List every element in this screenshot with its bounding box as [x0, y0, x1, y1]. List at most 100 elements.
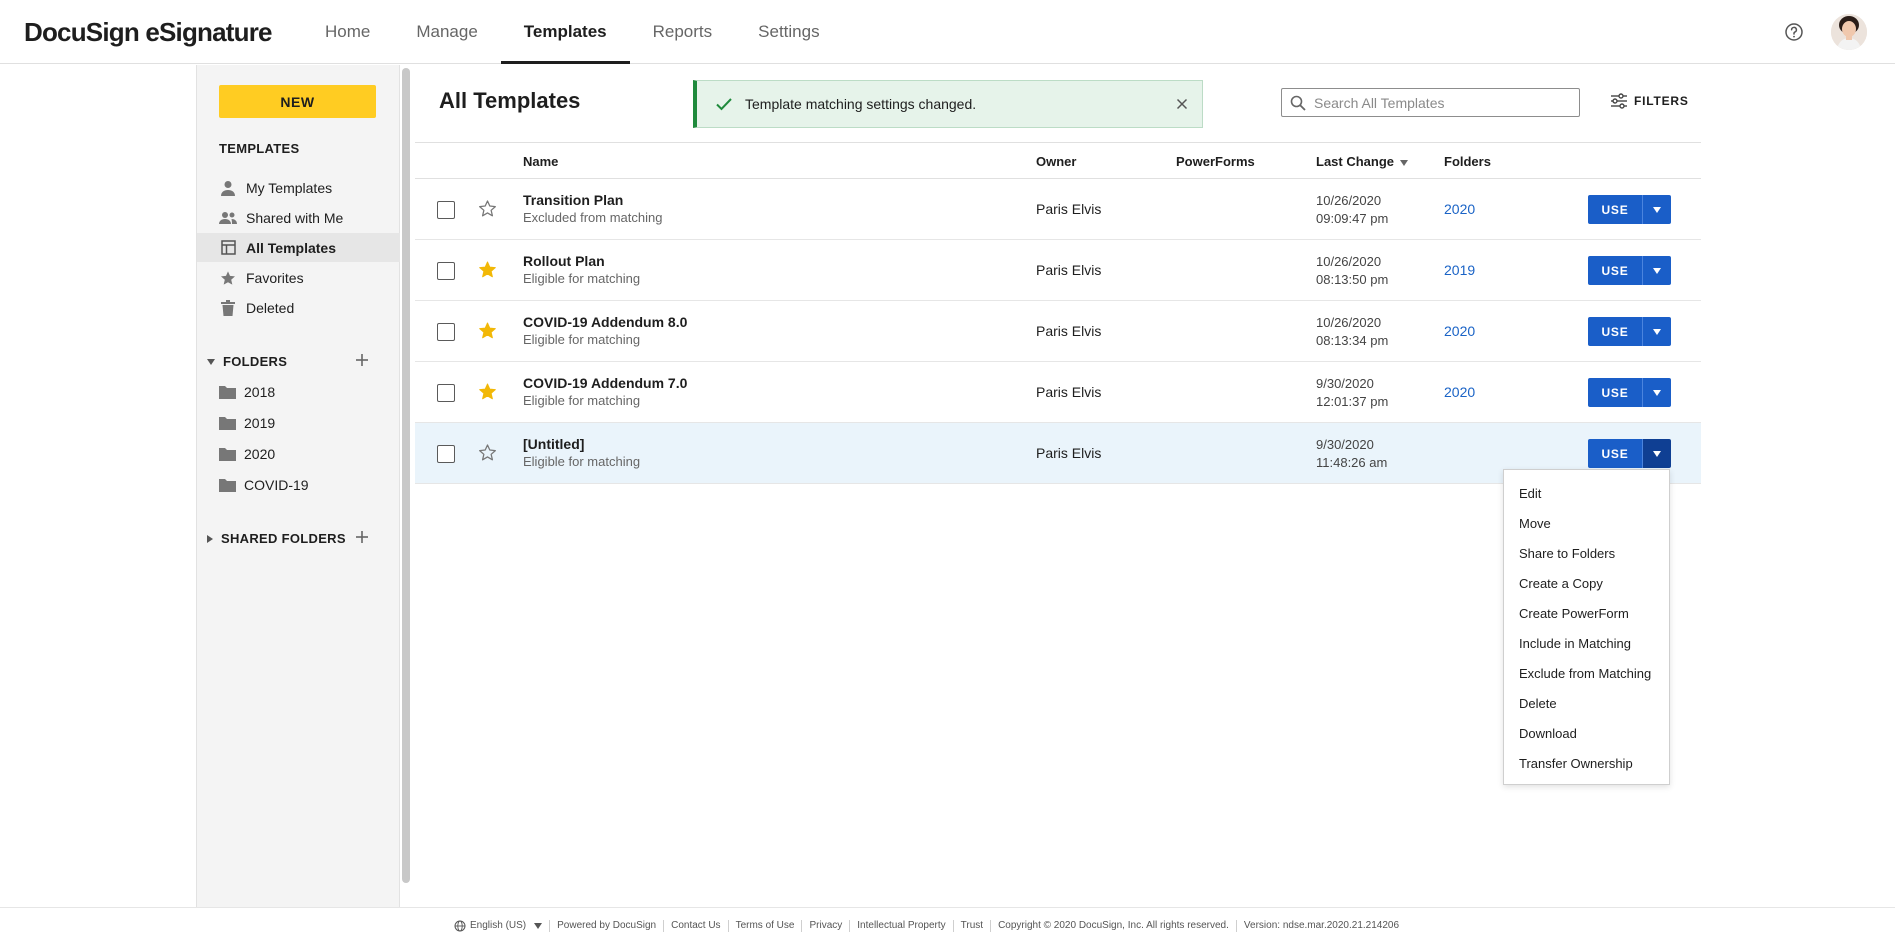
menu-item-download[interactable]: Download	[1504, 718, 1669, 748]
row-checkbox[interactable]	[437, 384, 455, 402]
menu-item-delete[interactable]: Delete	[1504, 688, 1669, 718]
add-folder-plus-icon[interactable]	[354, 352, 370, 368]
favorite-star-outline-icon[interactable]	[478, 443, 497, 462]
use-dropdown-toggle[interactable]	[1642, 195, 1671, 224]
folders-toggle[interactable]: FOLDERS	[207, 354, 287, 369]
row-checkbox[interactable]	[437, 445, 455, 463]
row-checkbox[interactable]	[437, 201, 455, 219]
use-dropdown-toggle[interactable]	[1642, 317, 1671, 346]
use-dropdown-toggle[interactable]	[1642, 256, 1671, 285]
template-folder-link[interactable]: 2020	[1444, 323, 1475, 339]
folder-icon	[219, 417, 236, 430]
sort-descending-icon[interactable]	[1400, 159, 1409, 166]
folder-2018[interactable]: 2018	[219, 380, 275, 404]
nav-tab-templates[interactable]: Templates	[500, 0, 630, 64]
footer-terms-of-use[interactable]: Terms of Use	[729, 920, 803, 932]
favorite-star-filled-icon[interactable]	[478, 260, 497, 279]
nav-tab-manage[interactable]: Manage	[393, 0, 500, 64]
sliders-icon	[1611, 93, 1627, 109]
column-owner[interactable]: Owner	[1036, 154, 1076, 169]
filters-button[interactable]: FILTERS	[1610, 93, 1689, 109]
table-row[interactable]: Transition Plan Excluded from matching P…	[415, 179, 1701, 240]
menu-item-transfer-ownership[interactable]: Transfer Ownership	[1504, 748, 1669, 778]
use-button[interactable]: USE	[1588, 439, 1642, 468]
column-powerforms[interactable]: PowerForms	[1176, 154, 1255, 169]
folder-covid-19[interactable]: COVID-19	[219, 473, 309, 497]
close-icon[interactable]	[1174, 96, 1190, 112]
last-change-time: 12:01:37 pm	[1316, 394, 1389, 409]
sidebar-item-favorites[interactable]: Favorites	[197, 263, 400, 292]
footer-contact-us[interactable]: Contact Us	[664, 920, 729, 932]
footer-version: Version: ndse.mar.2020.21.214206	[1243, 920, 1400, 931]
sidebar-scrollbar[interactable]	[402, 68, 410, 883]
template-folder-link[interactable]: 2020	[1444, 384, 1475, 400]
use-button[interactable]: USE	[1588, 256, 1642, 285]
last-change-date: 9/30/2020	[1316, 376, 1374, 391]
table-row[interactable]: COVID-19 Addendum 7.0 Eligible for match…	[415, 362, 1701, 423]
footer-powered-by[interactable]: Powered by DocuSign	[550, 920, 665, 932]
template-last-change: 9/30/2020 11:48:26 am	[1316, 436, 1387, 472]
last-change-date: 10/26/2020	[1316, 315, 1382, 330]
footer-privacy[interactable]: Privacy	[802, 920, 851, 932]
use-button[interactable]: USE	[1588, 378, 1642, 407]
user-avatar[interactable]	[1831, 14, 1867, 50]
menu-item-include-in-matching[interactable]: Include in Matching	[1504, 628, 1669, 658]
menu-item-create-copy[interactable]: Create a Copy	[1504, 568, 1669, 598]
footer-copyright: Copyright © 2020 DocuSign, Inc. All righ…	[991, 920, 1237, 932]
docusign-logo[interactable]: DocuSign eSignature	[24, 17, 273, 48]
template-name[interactable]: Transition Plan	[523, 192, 623, 208]
table-row[interactable]: Rollout Plan Eligible for matching Paris…	[415, 240, 1701, 301]
template-name[interactable]: Rollout Plan	[523, 253, 605, 269]
search-input[interactable]	[1314, 94, 1574, 111]
template-matching-status: Eligible for matching	[523, 454, 641, 469]
template-name[interactable]: COVID-19 Addendum 7.0	[523, 375, 687, 391]
menu-item-create-powerform[interactable]: Create PowerForm	[1504, 598, 1669, 628]
favorite-star-filled-icon[interactable]	[478, 321, 497, 340]
sidebar-item-deleted[interactable]: Deleted	[197, 293, 400, 322]
chevron-right-icon	[207, 534, 213, 543]
template-last-change: 10/26/2020 08:13:34 pm	[1316, 314, 1388, 350]
column-folders[interactable]: Folders	[1444, 154, 1491, 169]
template-folder-link[interactable]: 2020	[1444, 201, 1475, 217]
template-name[interactable]: [Untitled]	[523, 436, 584, 452]
language-selector[interactable]: English (US)	[447, 920, 551, 932]
folder-2020[interactable]: 2020	[219, 442, 275, 466]
column-last-change[interactable]: Last Change	[1316, 154, 1409, 169]
template-folder-link[interactable]: 2019	[1444, 262, 1475, 278]
sidebar-item-all-templates[interactable]: All Templates	[197, 233, 400, 262]
favorite-star-filled-icon[interactable]	[478, 382, 497, 401]
template-name[interactable]: COVID-19 Addendum 8.0	[523, 314, 687, 330]
menu-item-exclude-from-matching[interactable]: Exclude from Matching	[1504, 658, 1669, 688]
help-circle-icon[interactable]	[1784, 22, 1804, 42]
menu-item-share-to-folders[interactable]: Share to Folders	[1504, 538, 1669, 568]
sidebar-item-shared-with-me[interactable]: Shared with Me	[197, 203, 400, 232]
caret-down-icon	[1653, 450, 1661, 457]
caret-down-icon	[534, 923, 543, 929]
footer-trust[interactable]: Trust	[954, 920, 992, 932]
row-checkbox[interactable]	[437, 323, 455, 341]
use-dropdown-toggle[interactable]	[1642, 378, 1671, 407]
nav-tab-settings[interactable]: Settings	[735, 0, 842, 64]
favorite-star-outline-icon[interactable]	[478, 199, 497, 218]
folder-2019[interactable]: 2019	[219, 411, 275, 435]
new-button[interactable]: NEW	[219, 85, 376, 118]
use-button[interactable]: USE	[1588, 317, 1642, 346]
template-actions-menu: Edit Move Share to Folders Create a Copy…	[1503, 469, 1670, 785]
add-shared-folder-plus-icon[interactable]	[354, 529, 370, 545]
nav-tab-reports[interactable]: Reports	[630, 0, 736, 64]
use-button[interactable]: USE	[1588, 195, 1642, 224]
template-owner: Paris Elvis	[1036, 384, 1102, 400]
row-checkbox[interactable]	[437, 262, 455, 280]
folder-label: 2018	[244, 384, 276, 400]
sidebar-item-my-templates[interactable]: My Templates	[197, 173, 400, 202]
templates-table: Name Owner PowerForms Last Change Folder…	[415, 142, 1701, 484]
menu-item-move[interactable]: Move	[1504, 508, 1669, 538]
shared-folders-toggle[interactable]: SHARED FOLDERS	[207, 531, 346, 546]
use-dropdown-toggle[interactable]	[1642, 439, 1671, 468]
nav-tab-home[interactable]: Home	[302, 0, 393, 64]
table-row[interactable]: COVID-19 Addendum 8.0 Eligible for match…	[415, 301, 1701, 362]
folders-heading: FOLDERS	[223, 354, 288, 369]
column-name[interactable]: Name	[523, 154, 558, 169]
footer-intellectual-property[interactable]: Intellectual Property	[850, 920, 954, 932]
menu-item-edit[interactable]: Edit	[1504, 478, 1669, 508]
